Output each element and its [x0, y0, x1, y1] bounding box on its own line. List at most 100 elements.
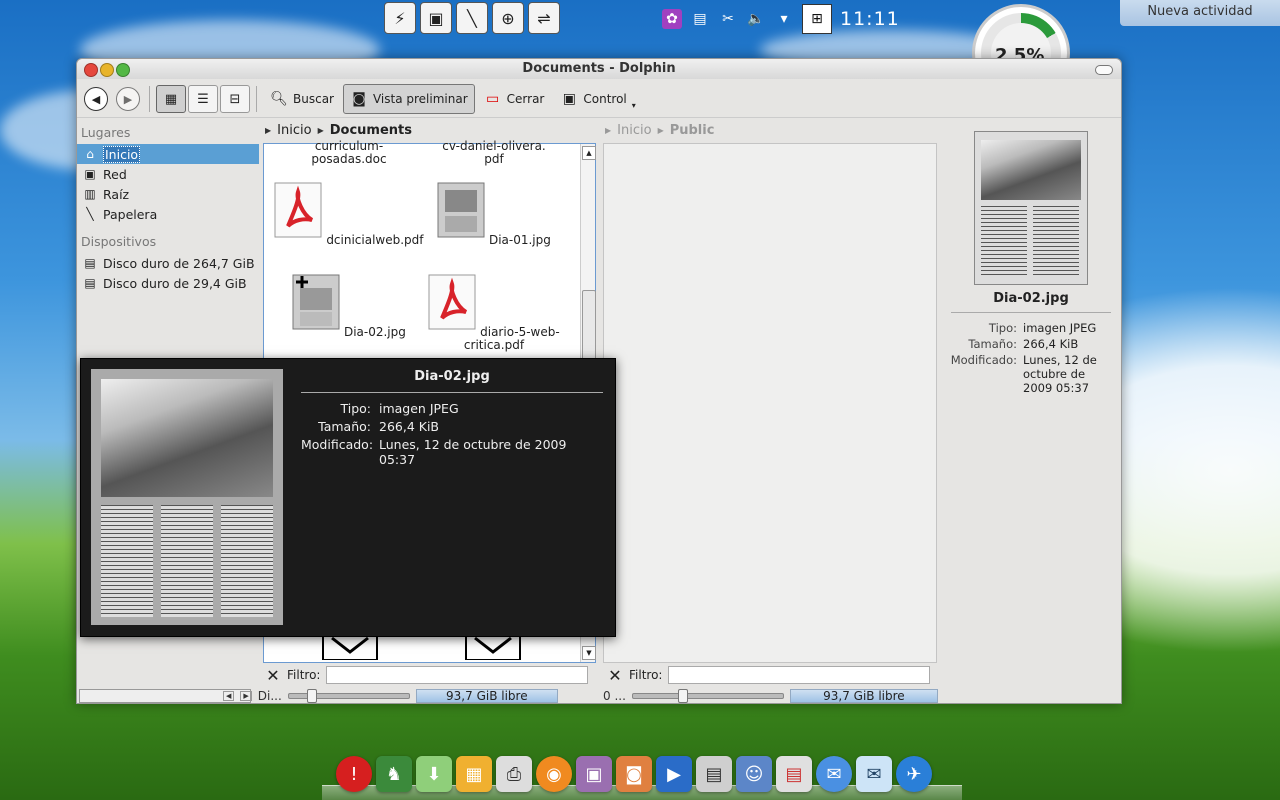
meta-key: Modificado:	[301, 437, 374, 452]
filter-input[interactable]	[326, 666, 589, 684]
back-arrow-icon: ◀	[91, 92, 101, 106]
close-filter-icon[interactable]: ✕	[607, 666, 623, 685]
filter-input[interactable]	[668, 666, 931, 684]
place-item-raiz[interactable]: ▥ Raíz	[77, 184, 259, 204]
filter-label: Filtro:	[287, 668, 321, 682]
usb-icon[interactable]: ⇌	[528, 2, 560, 34]
crumb-inicio[interactable]: Inicio	[277, 123, 311, 138]
trash-launcher-icon[interactable]: ╲	[456, 2, 488, 34]
scroll-down-icon[interactable]: ▼	[582, 646, 596, 660]
device-item[interactable]: ▤ Disco duro de 29,4 GiB	[77, 273, 259, 293]
crumb-public[interactable]: Public	[670, 123, 715, 138]
file-item[interactable]: curriculum- posadas.doc	[274, 140, 424, 166]
meta-value: imagen JPEG	[1023, 321, 1097, 335]
settings-tray-icon[interactable]: ✿	[662, 9, 682, 29]
file-name: Dia-01.jpg	[488, 233, 551, 247]
file-name: curriculum- posadas.doc	[311, 139, 387, 166]
zoom-slider[interactable]	[287, 689, 410, 703]
scroll-left-icon[interactable]: ◀	[223, 691, 235, 701]
newspaper-text	[1033, 206, 1079, 276]
title-bar[interactable]: Documents - Dolphin	[77, 59, 1121, 79]
places-title: Lugares	[81, 125, 131, 140]
file-item[interactable]: cv-daniel-olivera. pdf	[419, 140, 569, 166]
zoom-slider[interactable]	[631, 689, 784, 703]
file-cabinet-icon[interactable]: ▤	[696, 756, 732, 792]
close-filter-icon[interactable]: ✕	[265, 666, 281, 685]
scroll-right-icon[interactable]: ▶	[240, 691, 252, 701]
tooltip-thumbnail	[91, 369, 283, 625]
shade-window-button[interactable]	[1095, 65, 1113, 75]
chat-icon[interactable]: ✉	[816, 756, 852, 792]
meta-value: imagen JPEG	[379, 401, 459, 416]
browser-icon[interactable]: ✈	[896, 756, 932, 792]
tray-expand-icon[interactable]: ▾	[774, 9, 794, 29]
volume-icon[interactable]: 🔈	[746, 9, 766, 29]
minimize-window-button[interactable]	[100, 63, 114, 77]
scroll-up-icon[interactable]: ▲	[582, 146, 596, 160]
place-label: Raíz	[103, 186, 130, 202]
file-item[interactable]: dcinicialweb.pdf	[274, 182, 424, 247]
maximize-window-button[interactable]	[116, 63, 130, 77]
zoom-in-icon[interactable]: ⊕	[492, 2, 524, 34]
mail-icon[interactable]: ✉	[856, 756, 892, 792]
pdf-file-icon	[274, 182, 322, 238]
zoom-slider-knob[interactable]	[306, 689, 317, 703]
file-item[interactable]: diario-5-web- critica.pdf	[419, 274, 569, 352]
details-view-button[interactable]: ☰	[188, 85, 218, 113]
columns-view-button[interactable]: ⊟	[220, 85, 250, 113]
place-item-inicio[interactable]: ⌂ Inicio	[77, 144, 259, 164]
folder-icon[interactable]: ▣	[420, 2, 452, 34]
alert-icon[interactable]: !	[336, 756, 372, 792]
clock[interactable]: 11:11	[840, 8, 900, 30]
icons-view-button[interactable]: ▦	[156, 85, 186, 113]
file-tooltip: Dia-02.jpg Tipo: imagen JPEG Tamaño: 266…	[80, 358, 616, 637]
file-item[interactable]: Dia-02.jpg	[274, 274, 424, 339]
preview-button[interactable]: ◙ Vista preliminar	[342, 84, 475, 114]
place-item-red[interactable]: ▣ Red	[77, 164, 259, 184]
camera-photo-icon[interactable]: ◙	[616, 756, 652, 792]
left-filter-bar: ✕ Filtro:	[265, 665, 589, 685]
media-player-icon[interactable]: ◉	[536, 756, 572, 792]
file-name: dcinicialweb.pdf	[326, 233, 424, 247]
crumb-arrow-icon: ▶	[317, 125, 324, 135]
kde-menu-icon[interactable]: ⚡	[384, 2, 416, 34]
toolbar-separator	[149, 86, 150, 112]
root-icon: ▥	[84, 187, 96, 201]
search-label: Buscar	[293, 92, 334, 106]
back-button[interactable]: ◀	[84, 87, 108, 111]
office-suite-icon[interactable]: ▦	[456, 756, 492, 792]
download-icon[interactable]: ⬇	[416, 756, 452, 792]
control-menu-button[interactable]: ▣ Control ▾	[553, 84, 642, 114]
crumb-inicio[interactable]: Inicio	[617, 123, 651, 138]
video-editor-icon[interactable]: ▶	[656, 756, 692, 792]
crumb-arrow-icon: ▶	[265, 125, 272, 135]
network-tray-icon[interactable]: ▤	[690, 9, 710, 29]
photo-viewer-icon[interactable]: ▣	[576, 756, 612, 792]
device-item[interactable]: ▤ Disco duro de 264,7 GiB	[77, 253, 259, 273]
right-filter-bar: ✕ Filtro:	[607, 665, 931, 685]
runner-icon[interactable]: ♞	[376, 756, 412, 792]
columns-view-icon: ⊟	[229, 91, 241, 107]
meta-key: Tamaño:	[318, 419, 371, 434]
finder-icon[interactable]: ☺	[736, 756, 772, 792]
device-label: Disco duro de 29,4 GiB	[103, 275, 247, 291]
clipboard-scissors-icon[interactable]: ✂	[718, 9, 738, 29]
new-activity-button[interactable]: Nueva actividad	[1120, 0, 1280, 26]
toolbar-separator	[256, 86, 257, 112]
document-icon[interactable]: ▤	[776, 756, 812, 792]
meta-value: 266,4 KiB	[1023, 337, 1079, 351]
place-item-papelera[interactable]: ╲ Papelera	[77, 204, 259, 224]
zoom-slider-knob[interactable]	[677, 689, 688, 703]
meta-key: Modificado:	[950, 353, 1017, 367]
crumb-documents[interactable]: Documents	[330, 123, 412, 138]
place-label: Papelera	[103, 206, 158, 222]
forward-button[interactable]: ▶	[116, 87, 140, 111]
trash-icon: ╲	[86, 207, 94, 221]
file-item[interactable]: Dia-01.jpg	[419, 182, 569, 247]
printer-icon[interactable]: ⎙	[496, 756, 532, 792]
search-button[interactable]: 🔍︎ Buscar	[263, 84, 341, 114]
activity-switcher-icon[interactable]: ⊞	[802, 4, 832, 34]
close-window-button[interactable]	[84, 63, 98, 77]
right-file-view[interactable]	[603, 143, 937, 663]
close-split-button[interactable]: ▭ Cerrar	[477, 84, 552, 114]
